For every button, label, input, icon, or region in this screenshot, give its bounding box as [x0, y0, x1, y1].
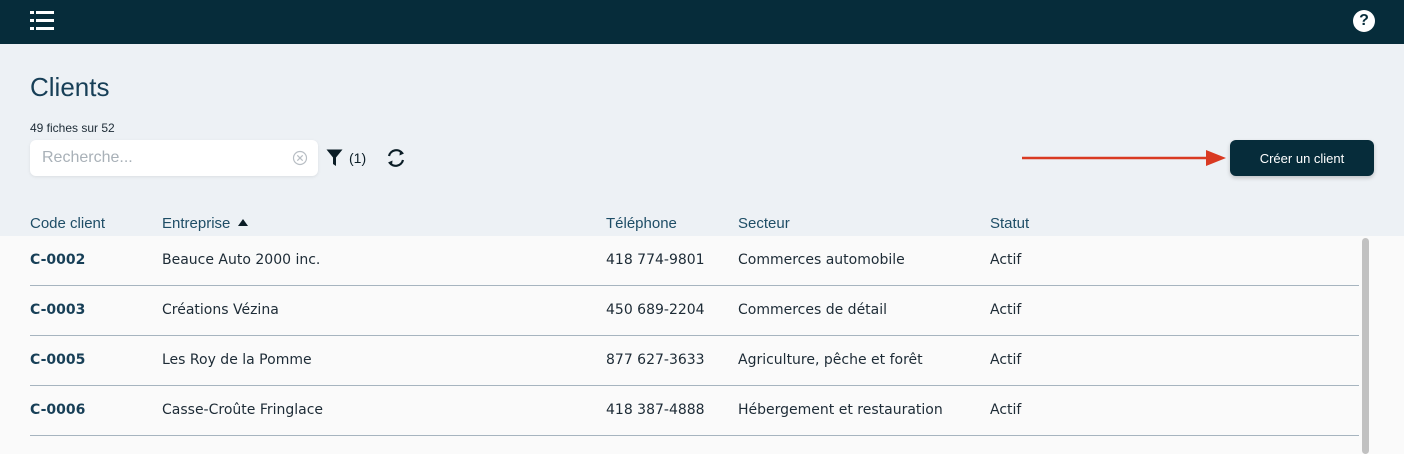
- cell-statut: Actif: [990, 252, 1022, 268]
- clear-circle-icon[interactable]: [292, 150, 308, 166]
- cell-code: C-0005: [30, 352, 86, 368]
- column-header-entreprise[interactable]: Entreprise: [162, 215, 249, 232]
- column-header-code[interactable]: Code client: [30, 215, 105, 232]
- cell-entreprise: Casse-Croûte Fringlace: [162, 402, 324, 418]
- table-row[interactable]: C-0003 Créations Vézina 450 689-2204 Com…: [30, 286, 1359, 336]
- table-row[interactable]: C-0005 Les Roy de la Pomme 877 627-3633 …: [30, 336, 1359, 386]
- cell-statut: Actif: [990, 352, 1022, 368]
- list-icon: [30, 11, 54, 30]
- cell-telephone: 418 387-4888: [606, 402, 705, 418]
- funnel-icon: [326, 149, 343, 166]
- cell-secteur: Commerces de détail: [738, 302, 888, 318]
- filter-count: (1): [349, 150, 367, 166]
- table-row[interactable]: C-0006 Casse-Croûte Fringlace 418 387-48…: [30, 386, 1359, 436]
- menu-button[interactable]: [29, 8, 55, 34]
- column-header-secteur[interactable]: Secteur: [738, 215, 790, 232]
- record-count: 49 fiches sur 52: [30, 121, 115, 135]
- filter-button[interactable]: (1): [326, 148, 366, 168]
- cell-statut: Actif: [990, 402, 1022, 418]
- scrollbar-thumb[interactable]: [1362, 238, 1369, 454]
- cell-entreprise: Beauce Auto 2000 inc.: [162, 252, 321, 268]
- top-bar: ?: [0, 0, 1404, 44]
- search-input[interactable]: [30, 140, 290, 176]
- create-client-button[interactable]: Créer un client: [1230, 140, 1374, 176]
- sort-ascending-icon: [238, 219, 249, 226]
- cell-statut: Actif: [990, 302, 1022, 318]
- table-body: C-0002 Beauce Auto 2000 inc. 418 774-980…: [0, 236, 1404, 454]
- cell-secteur: Agriculture, pêche et forêt: [738, 352, 923, 368]
- annotation-arrow: [1022, 150, 1226, 166]
- column-header-telephone[interactable]: Téléphone: [606, 215, 677, 232]
- cell-code: C-0002: [30, 252, 86, 268]
- page-title: Clients: [30, 72, 110, 102]
- column-header-statut[interactable]: Statut: [990, 215, 1029, 232]
- help-button[interactable]: ?: [1353, 10, 1375, 32]
- cell-secteur: Commerces automobile: [738, 252, 905, 268]
- refresh-icon[interactable]: [385, 147, 407, 169]
- cell-telephone: 450 689-2204: [606, 302, 705, 318]
- cell-code: C-0003: [30, 302, 86, 318]
- cell-telephone: 877 627-3633: [606, 352, 705, 368]
- cell-telephone: 418 774-9801: [606, 252, 705, 268]
- cell-entreprise: Les Roy de la Pomme: [162, 352, 312, 368]
- cell-secteur: Hébergement et restauration: [738, 402, 943, 418]
- scrollbar[interactable]: [1360, 236, 1372, 454]
- cell-entreprise: Créations Vézina: [162, 302, 279, 318]
- cell-code: C-0006: [30, 402, 86, 418]
- column-header-entreprise-label: Entreprise: [162, 215, 231, 232]
- search-box: [30, 140, 318, 176]
- table-row[interactable]: C-0002 Beauce Auto 2000 inc. 418 774-980…: [30, 236, 1359, 286]
- question-circle-icon: ?: [1359, 12, 1369, 29]
